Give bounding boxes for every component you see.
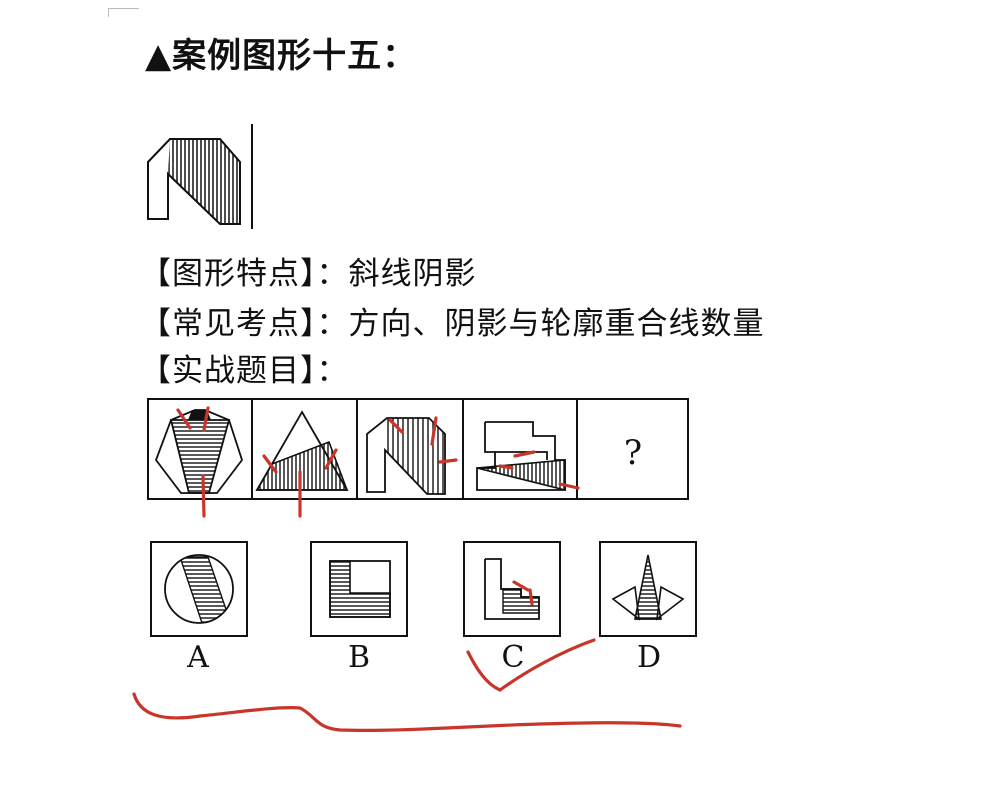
sequence-figure-2 — [255, 410, 349, 491]
option-d-label: D — [636, 640, 662, 675]
practice-heading: 【实战题目】： — [140, 353, 349, 389]
option-b-label: B — [347, 640, 371, 675]
option-d-figure[interactable] — [599, 541, 697, 637]
page-title: ▲案例图形十五： — [145, 36, 418, 76]
sequence-figure-4 — [476, 421, 566, 492]
figure-feature-text: 【图形特点】：斜线阴影 — [140, 256, 477, 292]
unknown-mark: ? — [624, 433, 642, 473]
option-a-figure[interactable] — [150, 541, 248, 637]
sequence-row: ? — [147, 398, 689, 500]
option-a-label: A — [187, 640, 209, 675]
common-points-text: 【常见考点】：方向、阴影与轮廓重合线数量 — [140, 306, 765, 342]
example-figure — [147, 124, 253, 229]
option-c-label: C — [501, 640, 525, 675]
sequence-figure-1 — [154, 409, 244, 494]
page-corner-mark — [108, 8, 139, 17]
option-c-figure[interactable] — [463, 541, 561, 637]
option-b-figure[interactable] — [310, 541, 408, 637]
sequence-figure-3 — [366, 417, 446, 495]
